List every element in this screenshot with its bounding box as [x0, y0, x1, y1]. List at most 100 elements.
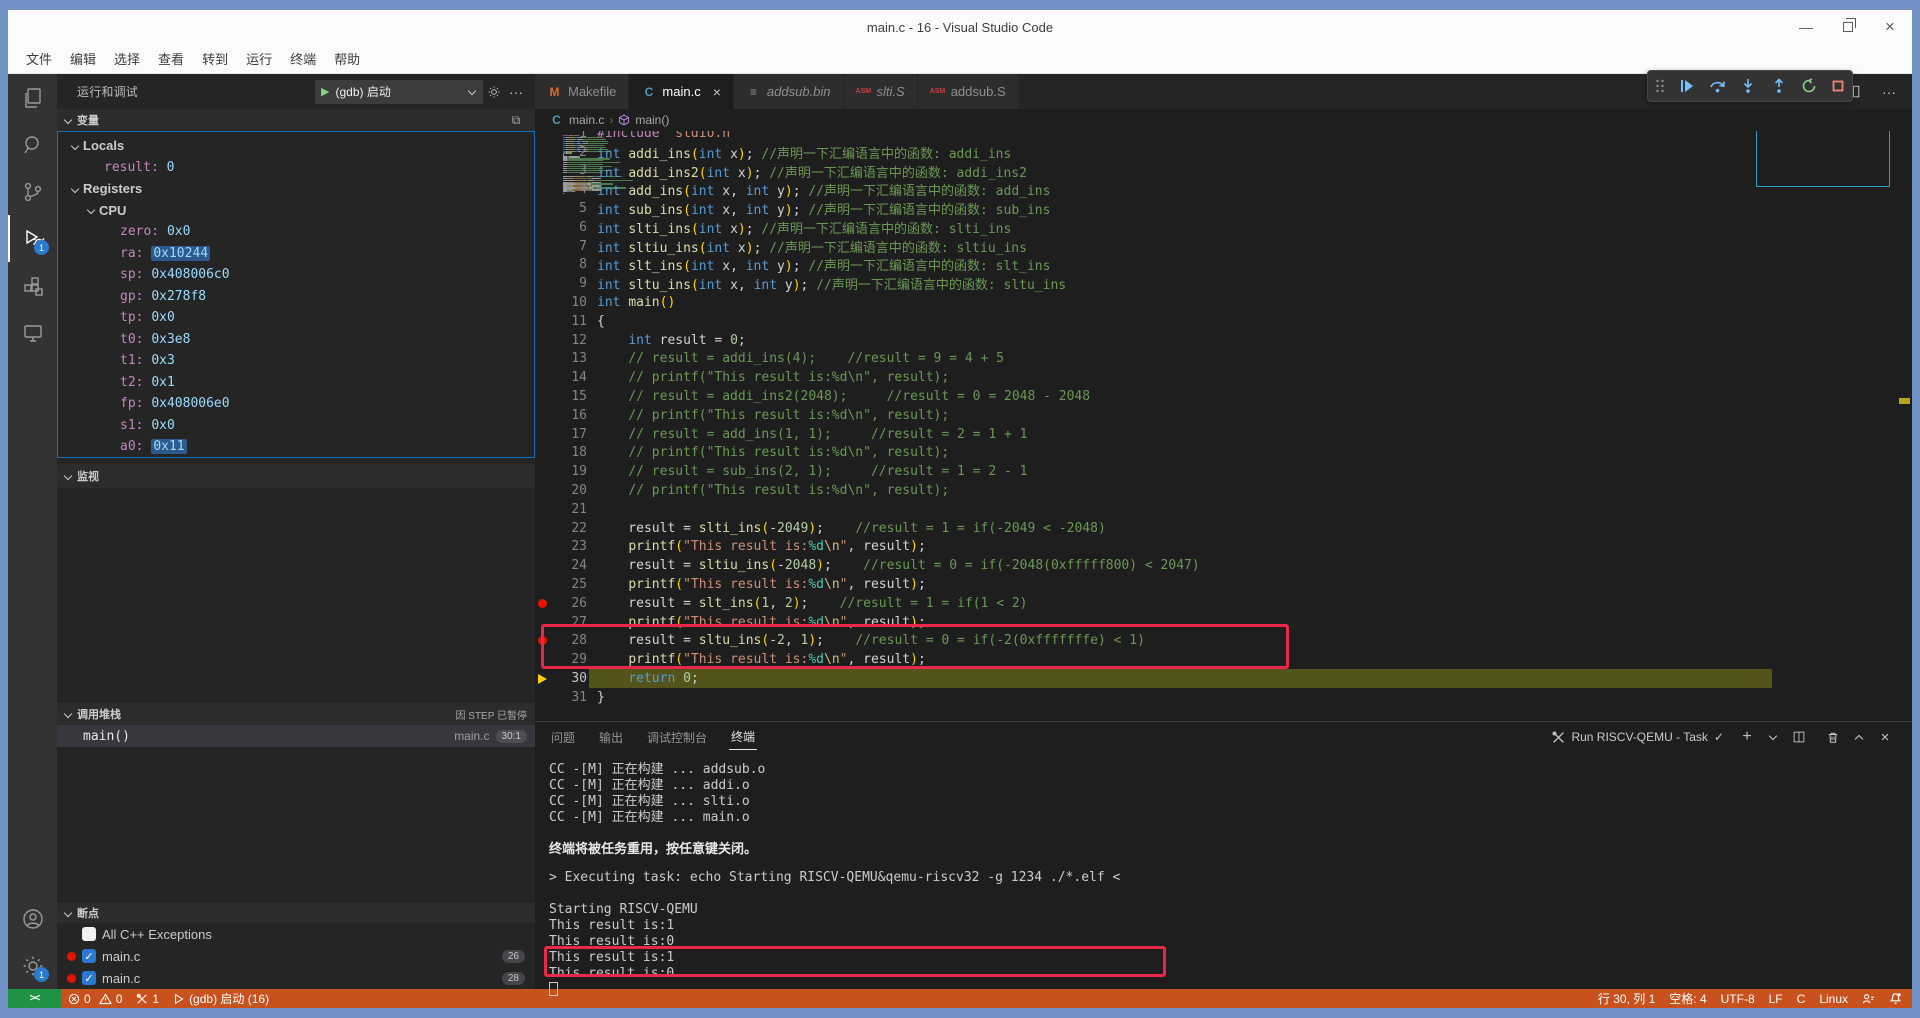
sidebar-item-search[interactable]: [8, 121, 57, 168]
close-tab-icon[interactable]: ×: [713, 84, 721, 100]
account-button[interactable]: [8, 895, 57, 942]
step-out-button[interactable]: [1771, 78, 1787, 94]
panel-tab-终端[interactable]: 终端: [729, 724, 757, 750]
close-panel-icon[interactable]: ×: [1874, 726, 1896, 748]
variable-row[interactable]: zero: 0x0: [58, 221, 534, 243]
variable-row[interactable]: Locals: [58, 135, 534, 157]
line-number: 16: [549, 408, 587, 423]
gutter-marker[interactable]: [535, 599, 549, 608]
variable-row[interactable]: result: 0: [58, 157, 534, 179]
code-editor[interactable]: 1#include "stdio.h"2int addi_ins(int x);…: [535, 131, 1912, 721]
code-line-8: 8int slt_ins(int x, int y); //声明一下汇编语言中的…: [535, 256, 1912, 275]
variables-section-header[interactable]: 变量 ⧉: [57, 109, 535, 131]
panel-tab-输出[interactable]: 输出: [597, 725, 625, 750]
split-terminal-icon[interactable]: [1788, 726, 1810, 748]
variable-row[interactable]: a0: 0x11: [58, 436, 534, 458]
call-stack-frame-main[interactable]: main() main.c 30:1: [57, 725, 535, 747]
restart-button[interactable]: [1801, 78, 1817, 94]
sidebar-item-source-control[interactable]: [8, 168, 57, 215]
variable-row[interactable]: s1: 0x0: [58, 415, 534, 437]
variable-row[interactable]: CPU: [58, 200, 534, 222]
panel-tab-问题[interactable]: 问题: [549, 725, 577, 750]
restore-button[interactable]: [1840, 19, 1856, 35]
stop-button[interactable]: [1831, 79, 1845, 93]
step-over-button[interactable]: [1709, 78, 1726, 94]
breakpoints-section-header[interactable]: 断点: [57, 903, 535, 923]
launch-config-dropdown[interactable]: ▶ (gdb) 启动: [315, 80, 483, 104]
breakpoint-row[interactable]: All C++ Exceptions: [57, 923, 535, 945]
toolbar-drag-handle[interactable]: [1655, 78, 1665, 94]
menu-item-5[interactable]: 运行: [238, 46, 280, 71]
variable-row[interactable]: t1: 0x3: [58, 350, 534, 372]
menu-item-0[interactable]: 文件: [18, 46, 60, 71]
variables-tree[interactable]: Localsresult: 0RegistersCPUzero: 0x0ra: …: [57, 131, 535, 458]
gutter-marker[interactable]: [535, 674, 549, 684]
problems-status[interactable]: 0 0: [61, 989, 129, 1008]
frame-position-badge: 30:1: [496, 730, 527, 743]
step-into-button[interactable]: [1740, 78, 1756, 94]
minimize-button[interactable]: —: [1798, 19, 1814, 35]
breadcrumb[interactable]: C main.c › main(): [535, 109, 1912, 131]
more-actions-icon[interactable]: ···: [1878, 81, 1900, 103]
collapse-all-icon[interactable]: ⧉: [505, 109, 527, 131]
gutter-marker[interactable]: [535, 636, 549, 645]
tasks-status[interactable]: 1: [129, 989, 166, 1008]
variable-name: sp:: [120, 267, 151, 282]
variable-row[interactable]: sp: 0x408006c0: [58, 264, 534, 286]
terminal-dropdown-icon[interactable]: [1769, 731, 1777, 739]
more-actions-icon[interactable]: ···: [505, 81, 527, 103]
menu-item-2[interactable]: 选择: [106, 46, 148, 71]
variable-row[interactable]: fp: 0x408006e0: [58, 393, 534, 415]
kill-terminal-icon[interactable]: [1822, 726, 1844, 748]
watch-section-header[interactable]: 监视: [57, 464, 535, 488]
manage-button[interactable]: 1: [8, 942, 57, 989]
sidebar-item-explorer[interactable]: [8, 74, 57, 121]
code-text: int slt_ins(int x, int y); //声明一下汇编语言中的函…: [597, 255, 1050, 274]
sidebar-item-extensions[interactable]: [8, 262, 57, 309]
menu-item-1[interactable]: 编辑: [62, 46, 104, 71]
continue-button[interactable]: [1679, 78, 1695, 94]
sidebar-item-run-and-debug[interactable]: 1: [8, 215, 57, 262]
menu-item-3[interactable]: 查看: [150, 46, 192, 71]
code-text: printf("This result is:%d\n", result);: [597, 652, 926, 667]
breadcrumb-symbol[interactable]: main(): [635, 113, 669, 127]
breakpoint-checkbox[interactable]: [82, 927, 96, 941]
panel-tab-调试控制台[interactable]: 调试控制台: [645, 725, 709, 750]
line-number: 26: [549, 596, 587, 611]
sidebar-item-remote-explorer[interactable]: [8, 309, 57, 356]
breakpoints-title: 断点: [77, 905, 99, 921]
breakpoint-row[interactable]: ✓main.c28: [57, 967, 535, 989]
menu-item-4[interactable]: 转到: [194, 46, 236, 71]
start-debug-icon[interactable]: ▶: [321, 85, 329, 98]
watch-body[interactable]: [57, 488, 535, 703]
code-text: // result = add_ins(1, 1); //result = 2 …: [597, 427, 1027, 442]
breakpoint-checkbox[interactable]: ✓: [82, 949, 96, 963]
warnings-count: 0: [116, 992, 123, 1006]
tab-Makefile[interactable]: MMakefile: [535, 74, 629, 109]
call-stack-section-header[interactable]: 调用堆栈 因 STEP 已暂停: [57, 703, 535, 725]
menu-item-7[interactable]: 帮助: [326, 46, 368, 71]
variable-row[interactable]: gp: 0x278f8: [58, 286, 534, 308]
breadcrumb-file[interactable]: main.c: [569, 113, 604, 127]
tab-slti.S[interactable]: ASMslti.S: [844, 74, 918, 109]
tab-main.c[interactable]: Cmain.c×: [629, 74, 733, 109]
variable-row[interactable]: ra: 0x10244: [58, 243, 534, 265]
variable-row[interactable]: Registers: [58, 178, 534, 200]
tab-addsub.S[interactable]: ASMaddsub.S: [918, 74, 1019, 109]
debug-session-status[interactable]: (gdb) 启动 (16): [166, 989, 276, 1008]
close-button[interactable]: ×: [1882, 19, 1898, 35]
menu-item-6[interactable]: 终端: [282, 46, 324, 71]
terminal[interactable]: CC -[M] 正在构建 ... addsub.oCC -[M] 正在构建 ..…: [535, 752, 1912, 998]
new-terminal-icon[interactable]: +: [1736, 726, 1758, 748]
remote-indicator[interactable]: ><: [8, 989, 61, 1008]
debug-settings-gear-icon[interactable]: [483, 81, 505, 103]
maximize-panel-icon[interactable]: [1855, 734, 1863, 742]
variable-row[interactable]: tp: 0x0: [58, 307, 534, 329]
variable-row[interactable]: t2: 0x1: [58, 372, 534, 394]
code-line-22: 22 result = slti_ins(-2049); //result = …: [535, 519, 1912, 538]
terminal-task-label[interactable]: Run RISCV-QEMU - Task ✓: [1552, 730, 1724, 744]
tab-addsub.bin[interactable]: ≡addsub.bin: [734, 74, 844, 109]
variable-row[interactable]: t0: 0x3e8: [58, 329, 534, 351]
breakpoint-checkbox[interactable]: ✓: [82, 971, 96, 985]
breakpoint-row[interactable]: ✓main.c26: [57, 945, 535, 967]
